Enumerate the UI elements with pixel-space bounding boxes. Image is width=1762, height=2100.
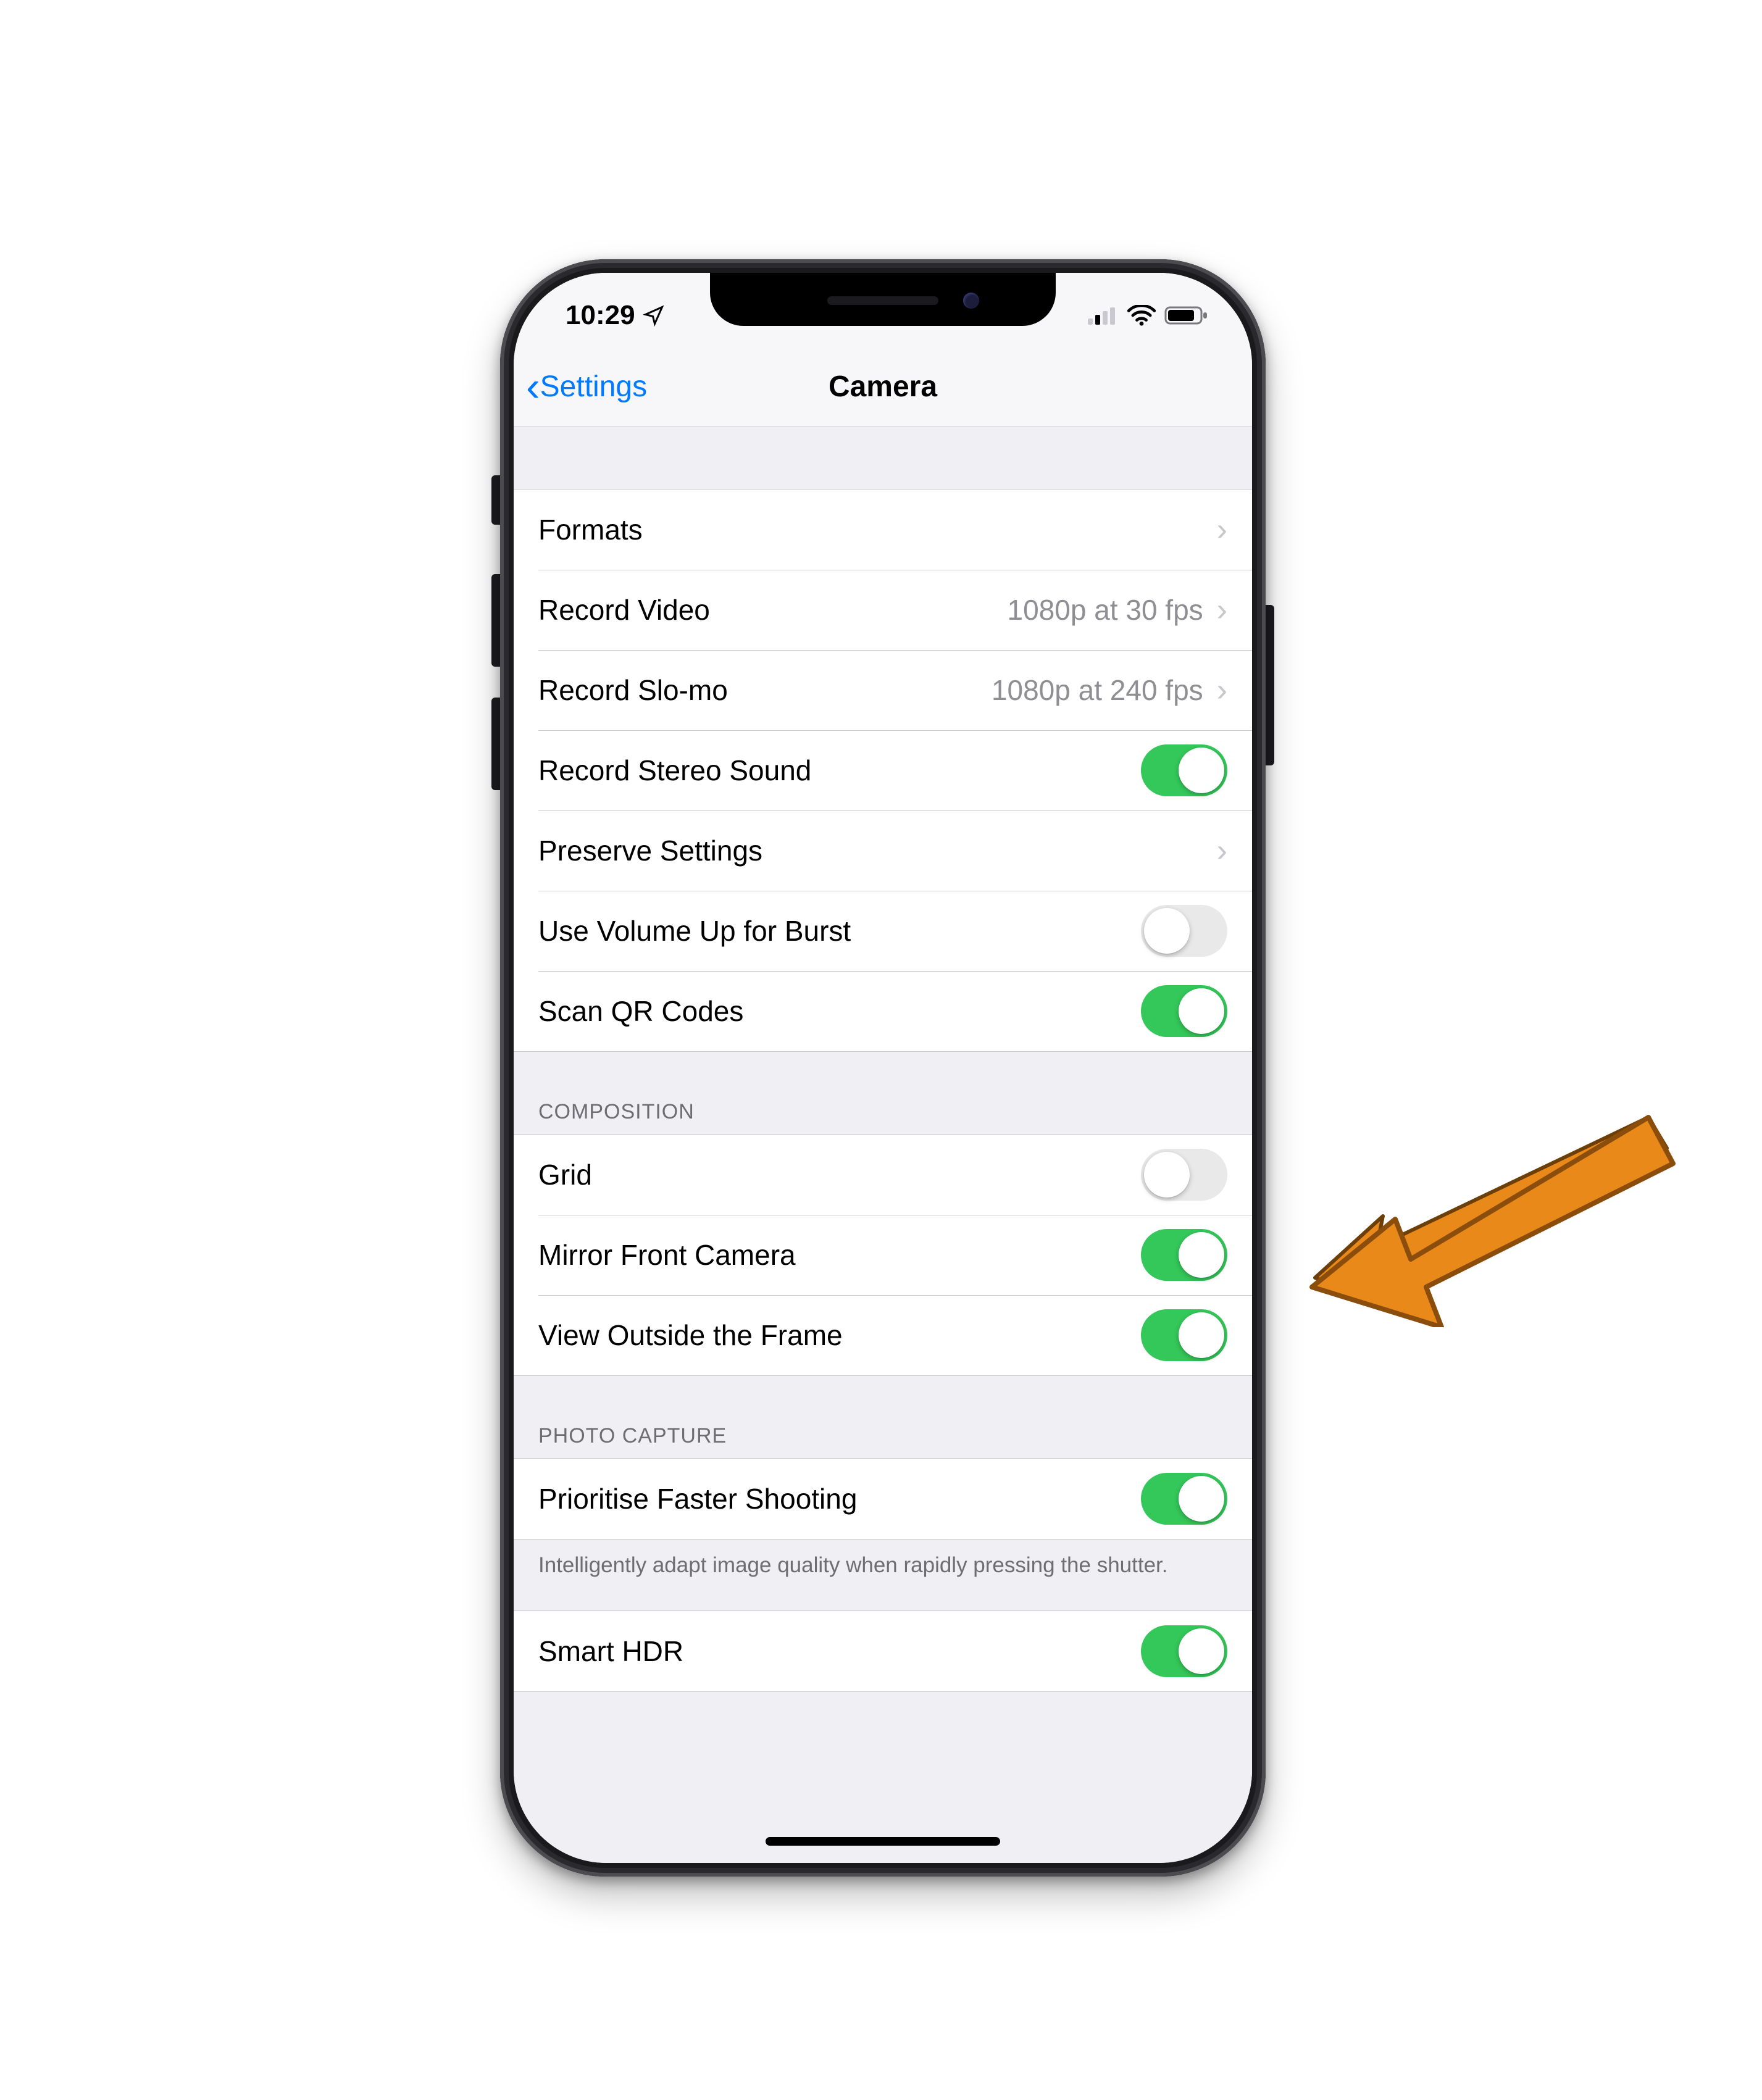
row-label: Scan QR Codes — [538, 994, 1141, 1028]
row-label: Record Slo-mo — [538, 673, 992, 707]
annotation-arrow-icon — [1303, 1093, 1679, 1327]
chevron-right-icon: › — [1217, 511, 1227, 548]
photo-capture-group: Prioritise Faster Shooting — [514, 1458, 1252, 1540]
volume-burst-toggle[interactable] — [1141, 905, 1227, 957]
general-group: Formats › Record Video 1080p at 30 fps ›… — [514, 489, 1252, 1052]
scan-qr-row: Scan QR Codes — [514, 971, 1252, 1051]
page-title: Camera — [829, 370, 937, 404]
scan-qr-toggle[interactable] — [1141, 985, 1227, 1037]
smart-hdr-group: Smart HDR — [514, 1610, 1252, 1692]
volume-down-button — [491, 698, 500, 790]
grid-row: Grid — [514, 1135, 1252, 1215]
record-video-row[interactable]: Record Video 1080p at 30 fps › — [514, 570, 1252, 650]
location-arrow-icon — [643, 304, 665, 327]
chevron-right-icon: › — [1217, 672, 1227, 709]
mirror-front-camera-row: Mirror Front Camera — [514, 1215, 1252, 1295]
navigation-bar: ‹ Settings Camera — [514, 347, 1252, 427]
back-button[interactable]: ‹ Settings — [526, 370, 647, 404]
screen: 10:29 — [514, 273, 1252, 1863]
row-label: Record Video — [538, 593, 1008, 627]
notch — [710, 273, 1056, 326]
photo-capture-header: PHOTO CAPTURE — [514, 1376, 1252, 1458]
row-label: View Outside the Frame — [538, 1319, 1141, 1352]
prioritise-faster-shooting-row: Prioritise Faster Shooting — [514, 1459, 1252, 1539]
view-outside-frame-toggle[interactable] — [1141, 1309, 1227, 1361]
photo-capture-footer: Intelligently adapt image quality when r… — [514, 1540, 1252, 1586]
composition-header: COMPOSITION — [514, 1052, 1252, 1134]
row-value: 1080p at 240 fps — [992, 673, 1203, 707]
chevron-right-icon: › — [1217, 591, 1227, 628]
annotation-arrow-icon — [1303, 1093, 1679, 1327]
chevron-left-icon: ‹ — [526, 374, 540, 399]
volume-burst-row: Use Volume Up for Burst — [514, 891, 1252, 971]
settings-content[interactable]: Formats › Record Video 1080p at 30 fps ›… — [514, 427, 1252, 1863]
mirror-front-camera-toggle[interactable] — [1141, 1229, 1227, 1281]
row-label: Preserve Settings — [538, 834, 1214, 867]
row-label: Record Stereo Sound — [538, 754, 1141, 787]
record-stereo-row: Record Stereo Sound — [514, 730, 1252, 810]
row-value: 1080p at 30 fps — [1008, 593, 1203, 627]
power-button — [1266, 605, 1274, 765]
row-label: Prioritise Faster Shooting — [538, 1482, 1141, 1515]
row-label: Smart HDR — [538, 1635, 1141, 1668]
home-indicator[interactable] — [766, 1837, 1000, 1846]
smart-hdr-toggle[interactable] — [1141, 1625, 1227, 1677]
view-outside-frame-row: View Outside the Frame — [514, 1295, 1252, 1375]
row-label: Formats — [538, 513, 1214, 546]
prioritise-faster-shooting-toggle[interactable] — [1141, 1473, 1227, 1525]
record-stereo-toggle[interactable] — [1141, 744, 1227, 796]
status-time: 10:29 — [566, 300, 635, 331]
back-label: Settings — [540, 370, 647, 404]
battery-icon — [1164, 305, 1209, 326]
wifi-icon — [1127, 305, 1156, 326]
mute-switch — [491, 475, 500, 525]
record-slomo-row[interactable]: Record Slo-mo 1080p at 240 fps › — [514, 650, 1252, 730]
composition-group: Grid Mirror Front Camera View Outside th… — [514, 1134, 1252, 1376]
preserve-settings-row[interactable]: Preserve Settings › — [514, 810, 1252, 891]
cellular-signal-icon — [1088, 306, 1119, 325]
smart-hdr-row: Smart HDR — [514, 1611, 1252, 1691]
formats-row[interactable]: Formats › — [514, 490, 1252, 570]
phone-device-frame: 10:29 — [500, 259, 1266, 1877]
row-label: Use Volume Up for Burst — [538, 914, 1141, 948]
grid-toggle[interactable] — [1141, 1149, 1227, 1201]
row-label: Grid — [538, 1158, 1141, 1191]
row-label: Mirror Front Camera — [538, 1238, 1141, 1272]
volume-up-button — [491, 574, 500, 667]
chevron-right-icon: › — [1217, 832, 1227, 869]
